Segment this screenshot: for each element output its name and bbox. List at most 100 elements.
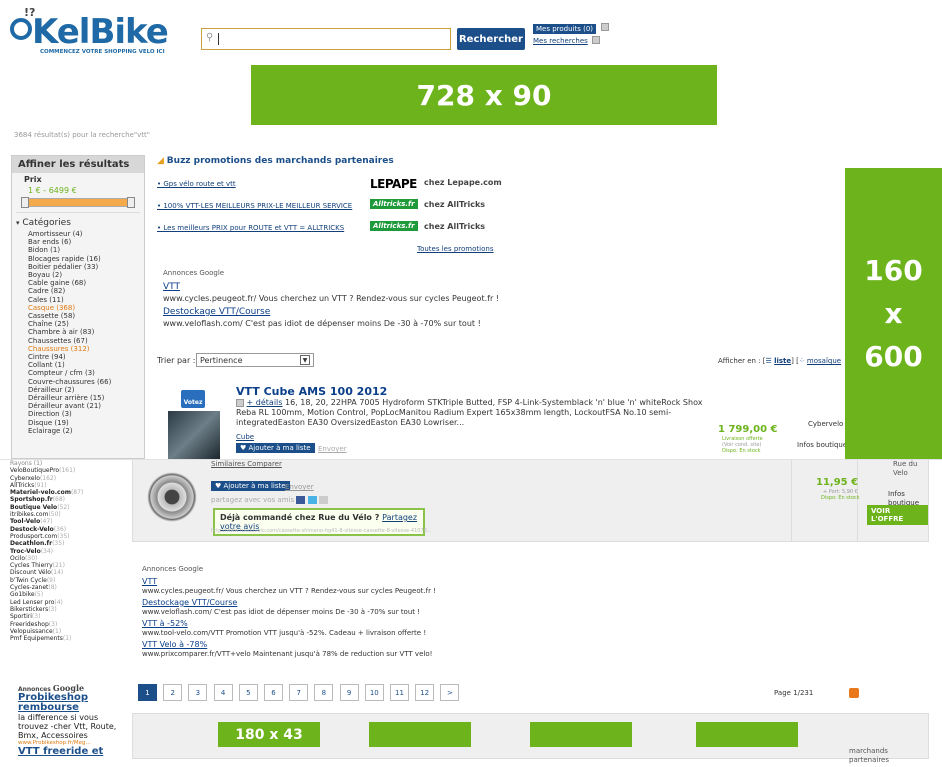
merchant-item[interactable]: Tool-Velo(47): [0, 518, 130, 525]
category-item[interactable]: Direction (3): [12, 410, 144, 418]
merchant-item[interactable]: Destock-Velo(36): [0, 526, 130, 533]
partner-ad-180x43[interactable]: 180 x 43: [218, 722, 320, 747]
email-icon[interactable]: [318, 496, 328, 504]
category-item[interactable]: Cadre (82): [12, 287, 144, 295]
partner-ad-2[interactable]: [369, 722, 471, 747]
view-offer-button[interactable]: VOIR L'OFFRE: [867, 505, 928, 525]
merchant-item[interactable]: itribikes.com(50): [0, 511, 130, 518]
page-button[interactable]: 7: [289, 684, 309, 701]
page-button[interactable]: 9: [339, 684, 359, 701]
page-button[interactable]: 1: [138, 684, 157, 701]
rss-icon[interactable]: [849, 688, 859, 698]
merchant-item[interactable]: Troc-Velo(34): [0, 548, 130, 555]
product2-send-link[interactable]: Envoyer: [285, 483, 314, 492]
left-google-ad[interactable]: Annonces Google Probikeshop rembourse la…: [18, 683, 118, 767]
category-item[interactable]: Chambre à air (83): [12, 328, 144, 336]
category-item[interactable]: Casque (368): [12, 304, 144, 312]
merchant-item[interactable]: Freerideshop(3): [0, 621, 130, 628]
next-page-button[interactable]: >: [440, 684, 460, 701]
category-item[interactable]: Amortisseur (4): [12, 230, 144, 238]
product-brand-link[interactable]: Cube: [236, 433, 254, 442]
partner-ad-3[interactable]: [530, 722, 632, 747]
categories-title[interactable]: ▾ Catégories: [12, 218, 144, 230]
category-item[interactable]: Cintre (94): [12, 353, 144, 361]
category-item[interactable]: Cales (11): [12, 296, 144, 304]
my-searches-link[interactable]: Mes recherches: [533, 37, 588, 46]
product-image[interactable]: [168, 411, 220, 459]
search-button[interactable]: Rechercher: [457, 28, 525, 50]
logo[interactable]: !? KelBike COMMENCEZ VOTRE SHOPPING VELO…: [10, 6, 190, 55]
google-ad-title[interactable]: VTT: [142, 577, 157, 586]
skyscraper-ad[interactable]: 160 x 600: [845, 168, 942, 459]
merchant-item[interactable]: Cycles Thierry(21): [0, 562, 130, 569]
left-google-next-title[interactable]: VTT freeride et: [18, 746, 118, 757]
merchant-item[interactable]: Materiel-velo.com(87): [0, 489, 130, 496]
merchant-item[interactable]: Sportshop.fr(68): [0, 496, 130, 503]
category-item[interactable]: Blocages rapide (16): [12, 255, 144, 263]
category-item[interactable]: Compteur / cfm (3): [12, 369, 144, 377]
search-input[interactable]: ⚲: [201, 28, 451, 50]
category-item[interactable]: Cable gaine (68): [12, 279, 144, 287]
all-promotions-link[interactable]: Toutes les promotions: [417, 245, 493, 254]
page-button[interactable]: 6: [264, 684, 283, 701]
details-link[interactable]: + détails: [247, 398, 283, 407]
google-ad-title[interactable]: Destockage VTT/Course: [163, 307, 270, 317]
merchant-item[interactable]: Produsport.com(35): [0, 533, 130, 540]
merchant-item[interactable]: Decathlon.fr(35): [0, 540, 130, 547]
buzz-item-link[interactable]: • Les meilleurs PRIX pour ROUTE et VTT =…: [157, 224, 344, 233]
product-title[interactable]: VTT Cube AMS 100 2012: [236, 385, 387, 398]
category-item[interactable]: Dérailleur avant (21): [12, 402, 144, 410]
left-google-title[interactable]: Probikeshop rembourse: [18, 693, 118, 713]
category-item[interactable]: Bar ends (6): [12, 238, 144, 246]
google-ad-title[interactable]: VTT: [163, 282, 180, 292]
merchant-name[interactable]: Cybervelo: [808, 420, 843, 429]
vote-badge[interactable]: Votez: [181, 390, 205, 408]
page-button[interactable]: 10: [364, 684, 384, 701]
twitter-icon[interactable]: [307, 496, 317, 504]
alltricks-logo[interactable]: Alltricks.fr: [370, 199, 418, 209]
product2-add-to-list-button[interactable]: ♥ Ajouter à ma liste: [211, 481, 290, 491]
page-button[interactable]: 12: [415, 684, 435, 701]
merchant-item[interactable]: Led Lenser pro(4): [0, 599, 130, 606]
partner-ad-4[interactable]: [696, 722, 798, 747]
buzz-item-link[interactable]: • Gps vélo route et vtt: [157, 180, 236, 189]
price-slider-max-handle[interactable]: [127, 197, 135, 208]
price-slider[interactable]: [21, 197, 135, 208]
category-item[interactable]: Chaussures (312): [12, 345, 144, 353]
price-slider-min-handle[interactable]: [21, 197, 29, 208]
merchant-item[interactable]: Ocilo(30): [0, 555, 130, 562]
category-item[interactable]: Disque (19): [12, 419, 144, 427]
view-mosaic-link[interactable]: mosaïque: [807, 357, 841, 365]
merchant-info[interactable]: Infos boutique: [797, 441, 847, 450]
category-item[interactable]: Dérailleur (2): [12, 386, 144, 394]
cassette-image[interactable]: [147, 472, 197, 522]
google-ad-title[interactable]: Destockage VTT/Course: [142, 598, 237, 607]
page-button[interactable]: 5: [238, 684, 258, 701]
product2-url[interactable]: http://www.rueduvelo.com/cassette-shiman…: [211, 528, 432, 534]
merchant-item[interactable]: Discount Vélo(14): [0, 569, 130, 576]
alltricks-logo[interactable]: Alltricks.fr: [370, 221, 418, 231]
category-item[interactable]: Boitier pédalier (33): [12, 263, 144, 271]
page-button[interactable]: 11: [390, 684, 409, 701]
merchant-item[interactable]: Bikerstickers(3): [0, 606, 130, 613]
google-ad-title[interactable]: VTT à -52%: [142, 619, 188, 628]
category-item[interactable]: Chaussettes (67): [12, 337, 144, 345]
sort-select[interactable]: Pertinence ▼: [196, 353, 314, 367]
facebook-icon[interactable]: [296, 496, 306, 504]
google-ad-title[interactable]: VTT Velo à -78%: [142, 640, 207, 649]
view-list-link[interactable]: liste: [774, 357, 791, 365]
category-item[interactable]: Collant (1): [12, 361, 144, 369]
category-item[interactable]: Chaîne (25): [12, 320, 144, 328]
merchant-item[interactable]: Sportiri(3): [0, 613, 130, 620]
add-to-list-button[interactable]: ♥ Ajouter à ma liste: [236, 443, 315, 453]
my-products-button[interactable]: Mes produits (0): [533, 24, 597, 34]
merchant-item[interactable]: Velopuissance(1): [0, 628, 130, 635]
product2-top-links[interactable]: Similaires Comparer: [211, 460, 282, 469]
category-item[interactable]: Eclairage (2): [12, 427, 144, 435]
page-button[interactable]: 3: [188, 684, 208, 701]
merchant-item[interactable]: Cyberxelo(162): [0, 475, 130, 482]
merchant-item[interactable]: b'Twin Cycle(9): [0, 577, 130, 584]
category-item[interactable]: Couvre-chaussures (66): [12, 378, 144, 386]
merchant-item[interactable]: Pmf Equipements(1): [0, 635, 130, 642]
category-item[interactable]: Cassette (58): [12, 312, 144, 320]
